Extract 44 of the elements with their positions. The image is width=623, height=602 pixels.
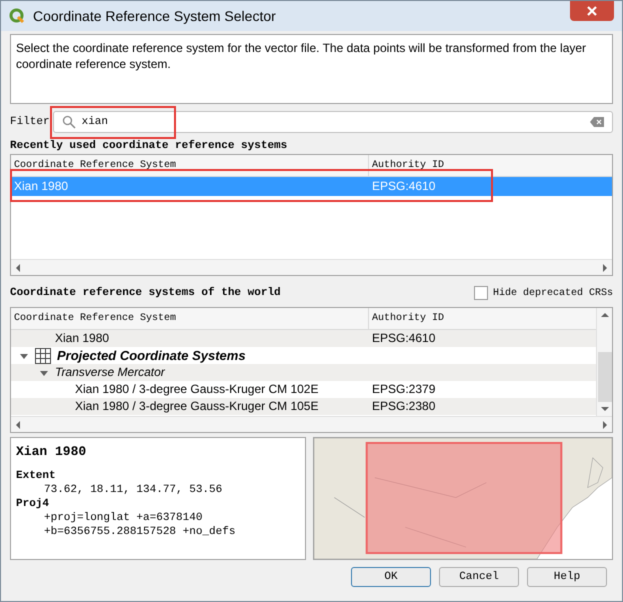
description-text: Select the coordinate reference system for the vector file. The data points will be transformed from the layer coordinate reference system. bbox=[16, 40, 588, 72]
table-cell-text: EPSG:2380 bbox=[371, 398, 436, 415]
horizontal-scrollbar[interactable] bbox=[11, 416, 612, 432]
close-icon bbox=[586, 6, 598, 16]
proj4-value: +proj=longlat +a=6378140 bbox=[43, 511, 204, 525]
column-header[interactable]: Authority ID bbox=[369, 308, 596, 329]
window-title: Coordinate Reference System Selector bbox=[33, 6, 276, 26]
column-header[interactable]: Coordinate Reference System bbox=[11, 308, 369, 329]
table-cell-text: Xian 1980 / 3-degree Gauss-Kruger CM 105E bbox=[74, 398, 318, 415]
vertical-scrollbar[interactable] bbox=[596, 308, 612, 416]
checkbox-label: Hide deprecated CRSs bbox=[492, 286, 613, 300]
tree-row[interactable]: Xian 1980 / 3-degree Gauss-Kruger CM 105E EPSG:2380 bbox=[11, 398, 596, 415]
table-cell-text: Xian 1980 / 3-degree Gauss-Kruger CM 102E bbox=[74, 381, 318, 398]
clear-icon[interactable] bbox=[590, 117, 604, 127]
table-cell-text: Xian 1980 bbox=[54, 330, 110, 347]
search-icon bbox=[62, 115, 76, 129]
horizontal-scrollbar[interactable] bbox=[11, 259, 612, 275]
proj4-value: +b=6356755.288157528 +no_defs bbox=[43, 525, 236, 539]
dialog-button[interactable]: Cancel bbox=[439, 567, 519, 587]
table-cell-text: EPSG:4610 bbox=[371, 178, 436, 195]
section-heading: Coordinate reference systems of the world bbox=[10, 286, 281, 301]
table-cell-text: EPSG:4610 bbox=[371, 330, 436, 347]
table-cell-text: Xian 1980 bbox=[13, 178, 70, 195]
table-cell-text: EPSG:2379 bbox=[371, 381, 436, 398]
app-logo-icon bbox=[9, 8, 25, 24]
column-header[interactable]: Coordinate Reference System bbox=[11, 155, 369, 176]
grid-icon bbox=[35, 348, 51, 364]
dialog-button[interactable]: Help bbox=[527, 567, 607, 587]
extent-label: Extent bbox=[16, 469, 57, 483]
extent-value: 73.62, 18.11, 134.77, 53.56 bbox=[43, 483, 224, 497]
section-heading: Recently used coordinate reference systems bbox=[10, 138, 288, 154]
filter-input[interactable]: xian bbox=[82, 114, 584, 130]
crs-name: Xian 1980 bbox=[16, 443, 88, 461]
tree-row[interactable]: Transverse Mercator bbox=[11, 364, 596, 381]
tree-group-label: Projected Coordinate Systems bbox=[57, 347, 246, 364]
tree-row[interactable]: Xian 1980 EPSG:4610 bbox=[11, 330, 596, 347]
filter-label: Filter bbox=[10, 114, 50, 130]
filter-field[interactable]: xian bbox=[52, 111, 613, 133]
dialog-button[interactable]: OK bbox=[351, 567, 431, 587]
close-button[interactable] bbox=[570, 1, 614, 21]
tree-group-label: Transverse Mercator bbox=[55, 364, 165, 381]
proj4-label: Proj4 bbox=[16, 497, 50, 511]
column-header[interactable]: Authority ID bbox=[369, 155, 612, 176]
checkbox[interactable] bbox=[474, 286, 488, 300]
